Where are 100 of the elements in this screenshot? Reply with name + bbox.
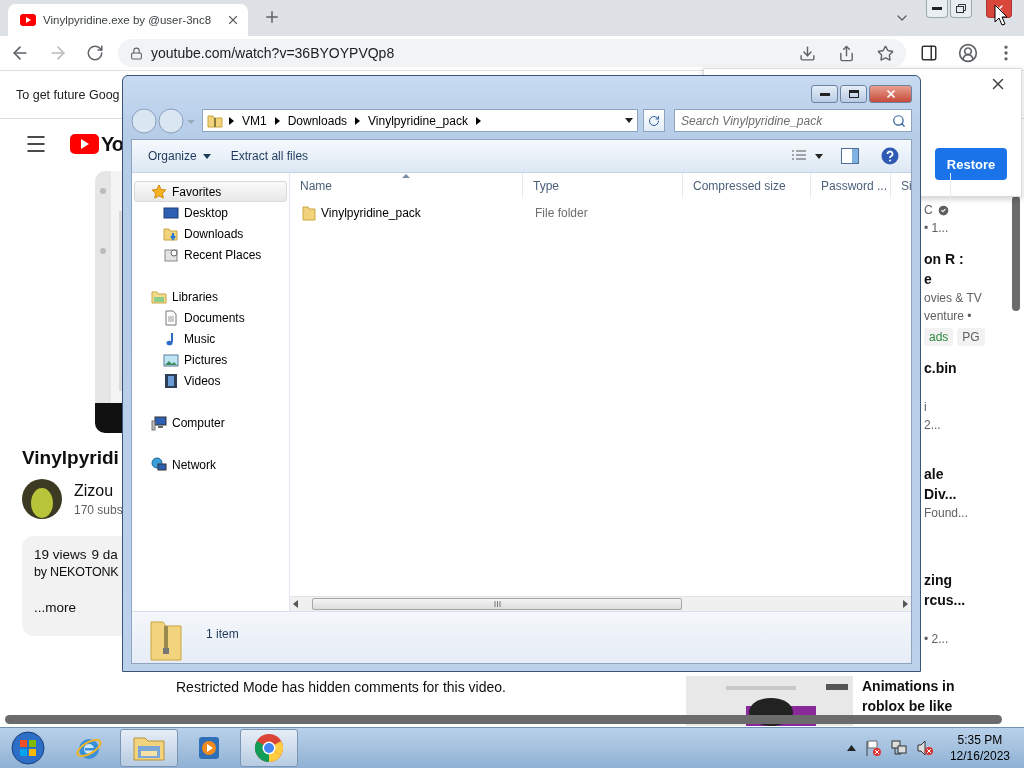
video-title[interactable]: rcus... — [924, 590, 966, 610]
verified-icon — [936, 203, 950, 217]
list-view-icon — [791, 149, 807, 163]
column-header[interactable]: Si — [891, 173, 951, 198]
video-title[interactable]: on R : — [924, 249, 964, 269]
nav-item[interactable]: Recent Places — [134, 244, 287, 265]
breadcrumb-item[interactable]: Downloads — [285, 113, 350, 128]
address-bar[interactable]: youtube.com/watch?v=36BYOYPVQp8 — [118, 39, 906, 67]
plus-icon — [263, 8, 281, 26]
grip-icon — [493, 601, 501, 607]
preview-pane-icon[interactable] — [841, 148, 859, 164]
folder-icon — [302, 205, 316, 221]
chevron-icon — [355, 116, 361, 125]
video-meta: Found... — [924, 505, 969, 522]
scrollbar-thumb[interactable] — [312, 598, 682, 610]
video-meta: ovies & TV — [924, 290, 982, 307]
restore-button[interactable]: Restore — [935, 148, 1007, 180]
search-field[interactable]: Search Vinylpyridine_pack — [674, 109, 912, 132]
video-title[interactable]: roblox be like — [862, 696, 953, 716]
video-title: Vinylpyridi — [22, 447, 119, 469]
close-icon — [884, 88, 897, 100]
command-button[interactable]: Extract all files — [222, 145, 317, 167]
refresh-button[interactable] — [643, 109, 665, 132]
tab-title: Vinylpyridine.exe by @user-3nc8 — [43, 14, 213, 26]
scrollbar-thumb[interactable] — [5, 715, 1002, 724]
flag-warning-icon[interactable] — [863, 739, 882, 757]
minimize-button[interactable] — [926, 0, 948, 18]
video-title[interactable]: ale — [924, 464, 944, 484]
column-header[interactable]: Type — [523, 173, 683, 198]
column-header[interactable]: Compressed size — [683, 173, 811, 198]
breadcrumb-item[interactable]: Vinylpyridine_pack — [366, 113, 470, 128]
file-row[interactable]: Vinylpyridine_pack File folder — [290, 202, 911, 224]
profile-icon[interactable] — [958, 43, 978, 63]
maximize-button[interactable] — [840, 85, 867, 103]
scroll-right-icon[interactable] — [903, 600, 908, 608]
channel-avatar[interactable] — [22, 479, 62, 519]
video-title[interactable]: e — [924, 269, 932, 289]
video-title[interactable]: zing — [924, 570, 952, 590]
taskbar-app-button[interactable] — [240, 729, 298, 767]
scrollbar-thumb[interactable] — [1012, 196, 1020, 311]
nav-item[interactable]: Documents — [134, 307, 287, 328]
scroll-left-icon[interactable] — [293, 600, 298, 608]
nav-item[interactable]: Videos — [134, 370, 287, 391]
caret-icon — [815, 153, 823, 159]
nav-item[interactable]: Network — [134, 454, 287, 475]
film-icon — [163, 372, 179, 389]
nav-item[interactable]: Pictures — [134, 349, 287, 370]
video-meta: i — [924, 399, 927, 416]
bookmark-star-icon[interactable] — [877, 44, 894, 62]
file-type: File folder — [535, 206, 588, 220]
recent-places-icon — [163, 246, 179, 263]
computer-icon — [151, 414, 167, 431]
clock[interactable]: 5:35 PM 12/16/2023 — [949, 732, 1010, 764]
browser-tab[interactable]: Vinylpyridine.exe by @user-3nc8 — [8, 4, 248, 36]
side-panel-icon[interactable] — [920, 44, 938, 62]
horizontal-scrollbar[interactable] — [290, 596, 911, 611]
nav-item[interactable]: Libraries — [134, 286, 287, 307]
reload-button[interactable] — [86, 44, 104, 62]
youtube-logo-icon — [70, 134, 99, 154]
network-icon[interactable] — [889, 739, 908, 757]
nav-item[interactable]: Music — [134, 328, 287, 349]
column-header[interactable]: Name — [290, 173, 523, 198]
taskbar-app-button[interactable] — [120, 729, 178, 767]
view-count: 19 views — [34, 547, 87, 562]
video-title[interactable]: Animations in — [862, 676, 955, 696]
video-title[interactable]: c.bin — [924, 358, 957, 378]
video-title[interactable]: Div... — [924, 484, 957, 504]
zip-folder-icon — [207, 112, 223, 129]
comments-notice: Restricted Mode has hidden comments for this video. — [176, 679, 506, 695]
muted-speaker-icon[interactable] — [915, 739, 934, 757]
nav-item[interactable]: Favorites — [134, 181, 287, 202]
pictures-icon — [163, 351, 179, 368]
column-header[interactable]: Password ... — [811, 173, 891, 198]
address-bar[interactable]: VM1 Downloads Vinylpyridine_pack — [202, 109, 638, 132]
description-card[interactable]: 19 views 9 da by NEKOTONK ...more — [22, 536, 122, 636]
reload-icon — [86, 44, 104, 62]
show-hidden-icons-icon[interactable] — [846, 745, 856, 751]
minimize-icon — [932, 7, 942, 10]
search-icon[interactable] — [892, 114, 906, 128]
nav-item[interactable]: Desktop — [134, 202, 287, 223]
zip-folder-icon — [148, 618, 184, 662]
channel-name[interactable]: Zizou — [74, 481, 114, 500]
restore-icon — [956, 4, 966, 13]
help-icon[interactable] — [881, 147, 899, 165]
view-options-button[interactable] — [791, 149, 823, 163]
chevron-icon — [475, 116, 481, 125]
cursor-icon — [994, 4, 1008, 26]
badge: PG — [957, 328, 985, 346]
nav-item[interactable]: Downloads — [134, 223, 287, 244]
nav-item[interactable]: Computer — [134, 412, 287, 433]
download-icon[interactable] — [799, 44, 816, 62]
more-link[interactable]: ...more — [34, 600, 76, 615]
refresh-icon — [648, 114, 660, 127]
restore-button[interactable] — [950, 0, 972, 18]
share-icon[interactable] — [838, 44, 855, 62]
breadcrumb-item[interactable]: VM1 — [240, 113, 269, 128]
caret-icon — [625, 118, 633, 123]
close-tab-button[interactable] — [226, 13, 240, 27]
minimize-button[interactable] — [811, 85, 838, 103]
command-button[interactable]: Organize — [140, 145, 219, 167]
